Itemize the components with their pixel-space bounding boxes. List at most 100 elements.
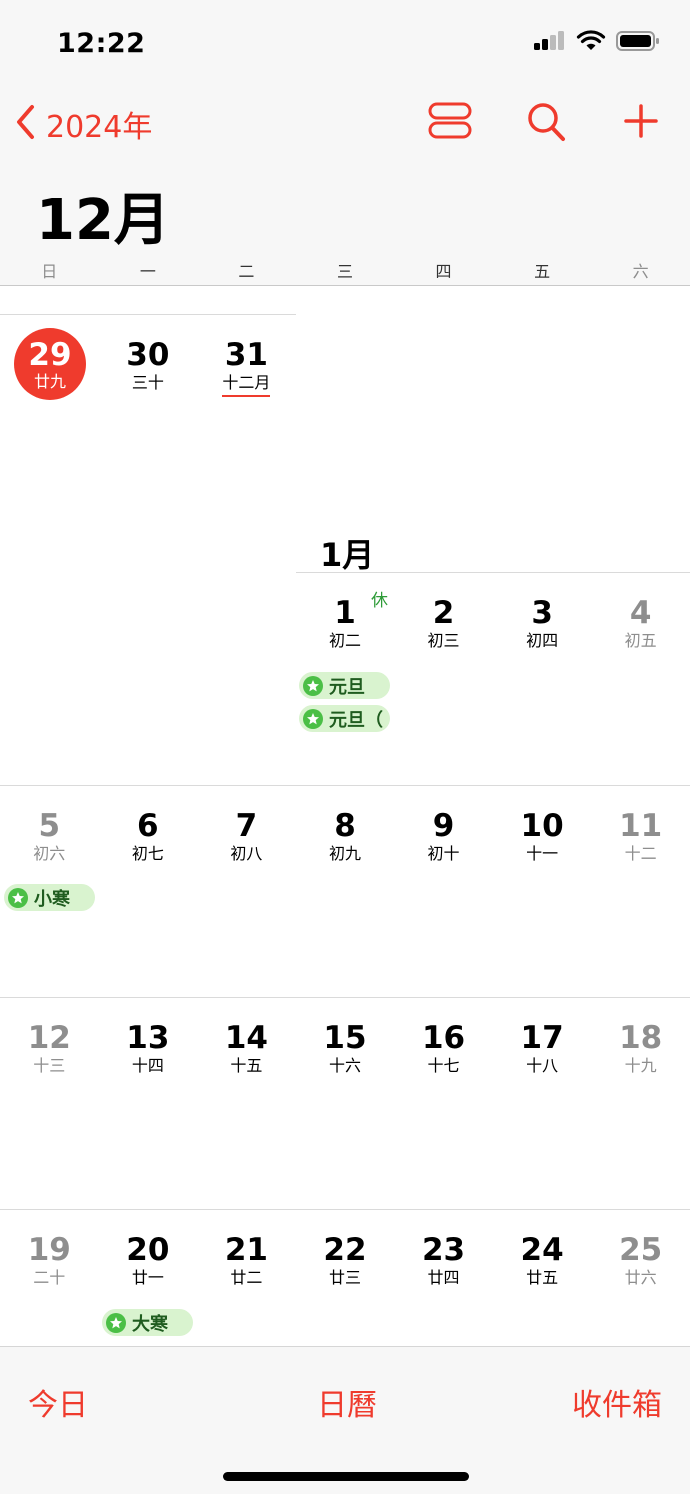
today-day-cell[interactable]: 29 廿九 <box>14 328 86 400</box>
lunar-date: 初五 <box>624 631 657 650</box>
day-cell[interactable]: 24 廿五 <box>493 1233 592 1288</box>
lunar-date: 初四 <box>526 631 559 650</box>
day-cell[interactable]: 30 三十 <box>99 338 198 393</box>
battery-icon <box>616 30 660 56</box>
day-number: 1 <box>334 595 356 631</box>
lunar-date: 初六 <box>33 844 66 863</box>
lunar-date: 十八 <box>526 1056 559 1075</box>
day-cell[interactable]: 16 十七 <box>394 1021 493 1076</box>
day-number: 6 <box>137 808 159 844</box>
lunar-date: 初八 <box>230 844 263 863</box>
lunar-date: 十一 <box>526 844 559 863</box>
month-label-january: 1月 <box>320 536 375 574</box>
day-number: 13 <box>126 1020 170 1056</box>
day-number: 22 <box>323 1232 367 1268</box>
cellular-signal-icon <box>534 30 566 56</box>
lunar-date: 廿九 <box>33 372 66 391</box>
day-number: 20 <box>126 1232 170 1268</box>
event-solar-term[interactable]: 小寒 <box>4 884 95 911</box>
day-cell[interactable]: 18 十九 <box>591 1021 690 1076</box>
day-cell[interactable]: 12 十三 <box>0 1021 99 1076</box>
lunar-date: 十二 <box>624 844 657 863</box>
day-number: 11 <box>619 808 663 844</box>
lunar-date: 初十 <box>427 844 460 863</box>
day-number: 8 <box>334 808 356 844</box>
day-number: 15 <box>323 1020 367 1056</box>
divider <box>0 1209 690 1210</box>
header: 12:22 2024年 12月 日 一 二 三 四 五 六 <box>0 0 690 286</box>
lunar-date: 廿五 <box>526 1268 559 1287</box>
day-cell[interactable]: 2 初三 <box>394 596 493 651</box>
event-label: 小寒 <box>34 888 70 910</box>
day-number: 3 <box>531 595 553 631</box>
weekday-label: 日 <box>41 262 58 281</box>
lunar-date: 三十 <box>131 373 164 392</box>
lunar-date: 十六 <box>328 1056 361 1075</box>
day-cell[interactable]: 4 初五 <box>591 596 690 651</box>
back-label: 2024年 <box>46 110 153 145</box>
day-cell[interactable]: 7 初八 <box>197 809 296 864</box>
day-cell[interactable]: 20 廿一 <box>99 1233 198 1288</box>
calendars-button[interactable]: 日曆 <box>317 1380 377 1424</box>
star-icon <box>106 1312 126 1333</box>
day-cell[interactable]: 3 初四 <box>493 596 592 651</box>
day-cell[interactable]: 22 廿三 <box>296 1233 395 1288</box>
lunar-date: 廿六 <box>624 1268 657 1287</box>
lunar-date: 初二 <box>328 631 361 650</box>
lunar-date: 廿一 <box>131 1268 164 1287</box>
list-view-icon[interactable] <box>428 101 472 145</box>
event-holiday[interactable]: 元旦（ <box>299 705 390 732</box>
add-icon[interactable] <box>624 104 658 142</box>
day-number: 9 <box>432 808 455 844</box>
day-cell[interactable]: 25 廿六 <box>591 1233 690 1288</box>
day-number: 29 <box>28 337 72 373</box>
weekday-label: 二 <box>238 262 255 281</box>
lunar-date: 十三 <box>33 1056 66 1075</box>
back-button[interactable]: 2024年 <box>14 102 152 146</box>
event-solar-term[interactable]: 大寒 <box>102 1309 193 1336</box>
lunar-date: 十四 <box>131 1056 164 1075</box>
day-number: 19 <box>27 1232 71 1268</box>
day-number: 10 <box>520 808 564 844</box>
day-number: 12 <box>27 1020 71 1056</box>
lunar-date: 十九 <box>624 1056 657 1075</box>
status-time: 12:22 <box>57 28 146 59</box>
day-number: 18 <box>619 1020 663 1056</box>
status-icons <box>534 30 660 56</box>
day-cell[interactable]: 13 十四 <box>99 1021 198 1076</box>
bottom-toolbar: 今日 日曆 收件箱 <box>0 1346 690 1494</box>
day-cell[interactable]: 21 廿二 <box>197 1233 296 1288</box>
day-cell[interactable]: 19 二十 <box>0 1233 99 1288</box>
wifi-icon <box>576 30 606 56</box>
lunar-month-start: 十二月 <box>222 373 271 397</box>
day-number: 23 <box>421 1232 466 1268</box>
day-cell[interactable]: 23 廿四 <box>394 1233 493 1288</box>
lunar-date: 初三 <box>427 631 460 650</box>
divider <box>0 314 296 315</box>
day-cell[interactable]: 6 初七 <box>99 809 198 864</box>
weekday-label: 六 <box>632 262 649 281</box>
day-cell[interactable]: 10 十一 <box>493 809 592 864</box>
day-cell[interactable]: 9 初十 <box>394 809 493 864</box>
star-icon <box>8 887 28 908</box>
day-cell[interactable]: 11 十二 <box>591 809 690 864</box>
inbox-button[interactable]: 收件箱 <box>572 1380 662 1424</box>
today-button[interactable]: 今日 <box>28 1380 88 1424</box>
day-cell[interactable]: 17 十八 <box>493 1021 592 1076</box>
day-cell[interactable]: 31 十二月 <box>197 338 296 397</box>
lunar-date: 十七 <box>427 1056 460 1075</box>
weekday-label: 四 <box>435 262 452 281</box>
divider <box>0 997 690 998</box>
weekday-label: 五 <box>534 262 551 281</box>
day-cell[interactable]: 14 十五 <box>197 1021 296 1076</box>
event-label: 大寒 <box>132 1313 168 1335</box>
day-number: 25 <box>619 1232 663 1268</box>
day-cell[interactable]: 5 初六 <box>0 809 99 864</box>
weekday-row: 日 一 二 三 四 五 六 <box>0 258 690 284</box>
day-cell[interactable]: 15 十六 <box>296 1021 395 1076</box>
event-holiday[interactable]: 元旦 <box>299 672 390 699</box>
search-icon[interactable] <box>526 101 566 147</box>
day-cell[interactable]: 1 初二 <box>296 596 395 651</box>
day-cell[interactable]: 8 初九 <box>296 809 395 864</box>
weekday-label: 一 <box>139 262 156 281</box>
